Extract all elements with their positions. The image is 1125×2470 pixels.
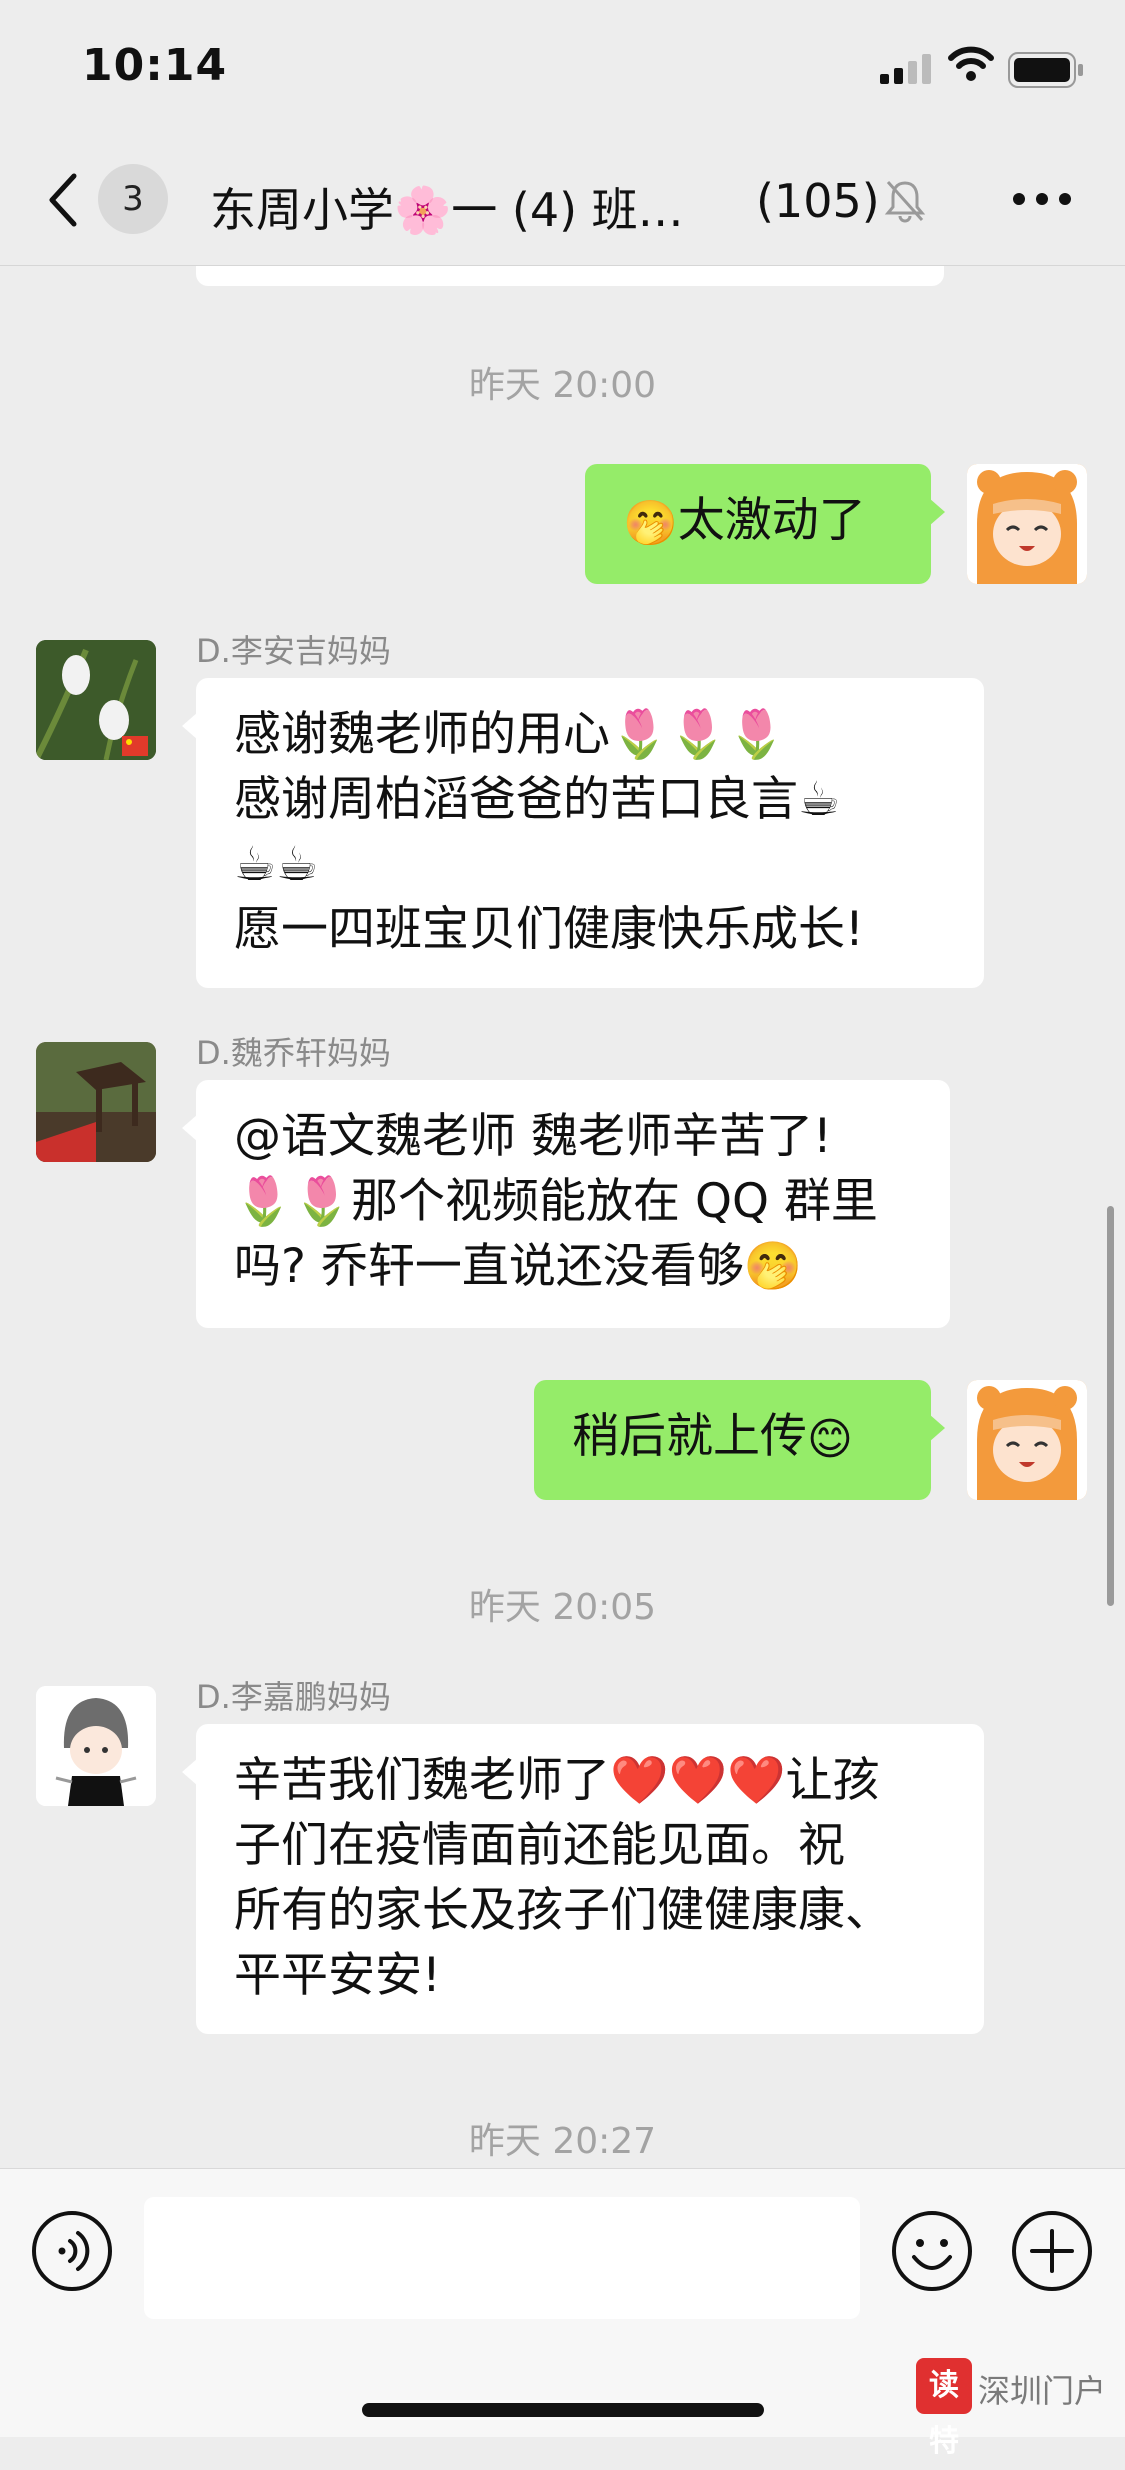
message-text: 稍后就上传 (572, 1409, 807, 1464)
chat-header: 3 东周小学🌸一 (4) 班… (105) (0, 140, 1125, 266)
watermark: 读特 深圳门户 (916, 2358, 1107, 2459)
sender-name: D.李嘉鹏妈妈 (196, 1678, 391, 1716)
voice-input-icon[interactable] (30, 2209, 114, 2293)
message-bubble-incoming[interactable]: @语文魏老师 魏老师辛苦了! 🌷🌷那个视频能放在 QQ 群里 吗? 乔轩一直说还… (182, 1080, 950, 1328)
cellular-signal-icon (880, 54, 931, 84)
status-time: 10:14 (82, 40, 228, 91)
status-bar: 10:14 (0, 0, 1125, 140)
sender-name: D.魏乔轩妈妈 (196, 1034, 391, 1072)
message-line: 🌷🌷那个视频能放在 QQ 群里 (234, 1174, 878, 1229)
cartoon-child-avatar-icon (36, 1686, 156, 1806)
message-line: 愿一四班宝贝们健康快乐成长! (234, 902, 864, 957)
watermark-logo: 读特 (916, 2358, 972, 2459)
message-line: 平平安安! (234, 1948, 441, 2003)
pavilion-photo-avatar-icon (36, 1042, 156, 1162)
more-options-icon[interactable] (1012, 192, 1072, 206)
message-input[interactable] (144, 2197, 860, 2319)
my-avatar[interactable] (967, 1380, 1087, 1500)
mute-bell-icon (884, 180, 926, 223)
message-text: 太激动了 (677, 493, 866, 548)
scrollbar[interactable] (1107, 1206, 1114, 1606)
previous-message-bubble[interactable] (196, 266, 944, 286)
chat-timestamp: 昨天 20:27 (468, 2121, 657, 2162)
message-line: 感谢魏老师的用心🌷🌷🌷 (234, 707, 786, 762)
sender-avatar[interactable] (36, 640, 156, 760)
message-line: @语文魏老师 魏老师辛苦了! (234, 1109, 832, 1164)
watermark-text: 深圳门户 (978, 2372, 1107, 2410)
sender-avatar[interactable] (36, 1042, 156, 1162)
wifi-icon (948, 46, 994, 81)
battery-icon (1008, 52, 1083, 88)
more-functions-plus-icon[interactable] (1010, 2209, 1094, 2293)
message-line: 所有的家长及孩子们健健康康、 (234, 1883, 892, 1938)
anime-girl-avatar-icon (967, 464, 1087, 584)
home-indicator[interactable] (362, 2403, 764, 2417)
message-bubble-incoming[interactable]: 感谢魏老师的用心🌷🌷🌷 感谢周柏滔爸爸的苦口良言☕ ☕☕ 愿一四班宝贝们健康快乐… (182, 678, 984, 988)
emoji-face: 😊 (807, 1413, 853, 1465)
anime-girl-avatar-icon (967, 1380, 1087, 1500)
message-line: ☕☕ (234, 837, 319, 892)
message-bubble-incoming[interactable]: 辛苦我们魏老师了❤️❤️❤️让孩 子们在疫情面前还能见面。祝 所有的家长及孩子们… (182, 1724, 984, 2034)
message-bubble-outgoing[interactable]: 稍后就上传😊 (534, 1380, 945, 1500)
message-line: 感谢周柏滔爸爸的苦口良言☕ (234, 772, 841, 827)
my-avatar[interactable] (967, 464, 1087, 584)
flower-photo-avatar-icon (36, 640, 156, 760)
message-bubble-outgoing[interactable]: 🤭太激动了 (585, 464, 945, 584)
chat-timestamp: 昨天 20:00 (468, 365, 657, 406)
chat-message-list[interactable]: 昨天 20:00 🤭太激动了 D.李安吉妈妈 感谢魏老师的用心🌷🌷🌷 感谢周柏滔… (0, 266, 1125, 2168)
member-count: (105) (756, 174, 880, 228)
message-line: 辛苦我们魏老师了❤️❤️❤️让孩 (234, 1753, 880, 1808)
sender-avatar[interactable] (36, 1686, 156, 1806)
chat-title: 东周小学🌸一 (4) 班… (210, 183, 684, 237)
chat-timestamp: 昨天 20:05 (468, 1587, 657, 1628)
emoji-face: 🤭 (623, 497, 678, 549)
back-arrow-icon[interactable] (44, 170, 84, 230)
sender-name: D.李安吉妈妈 (196, 632, 391, 670)
unread-count-badge[interactable]: 3 (98, 164, 168, 234)
message-line: 吗? 乔轩一直说还没看够🤭 (234, 1239, 803, 1294)
emoji-picker-icon[interactable] (890, 2209, 974, 2293)
message-line: 子们在疫情面前还能见面。祝 (234, 1818, 845, 1873)
